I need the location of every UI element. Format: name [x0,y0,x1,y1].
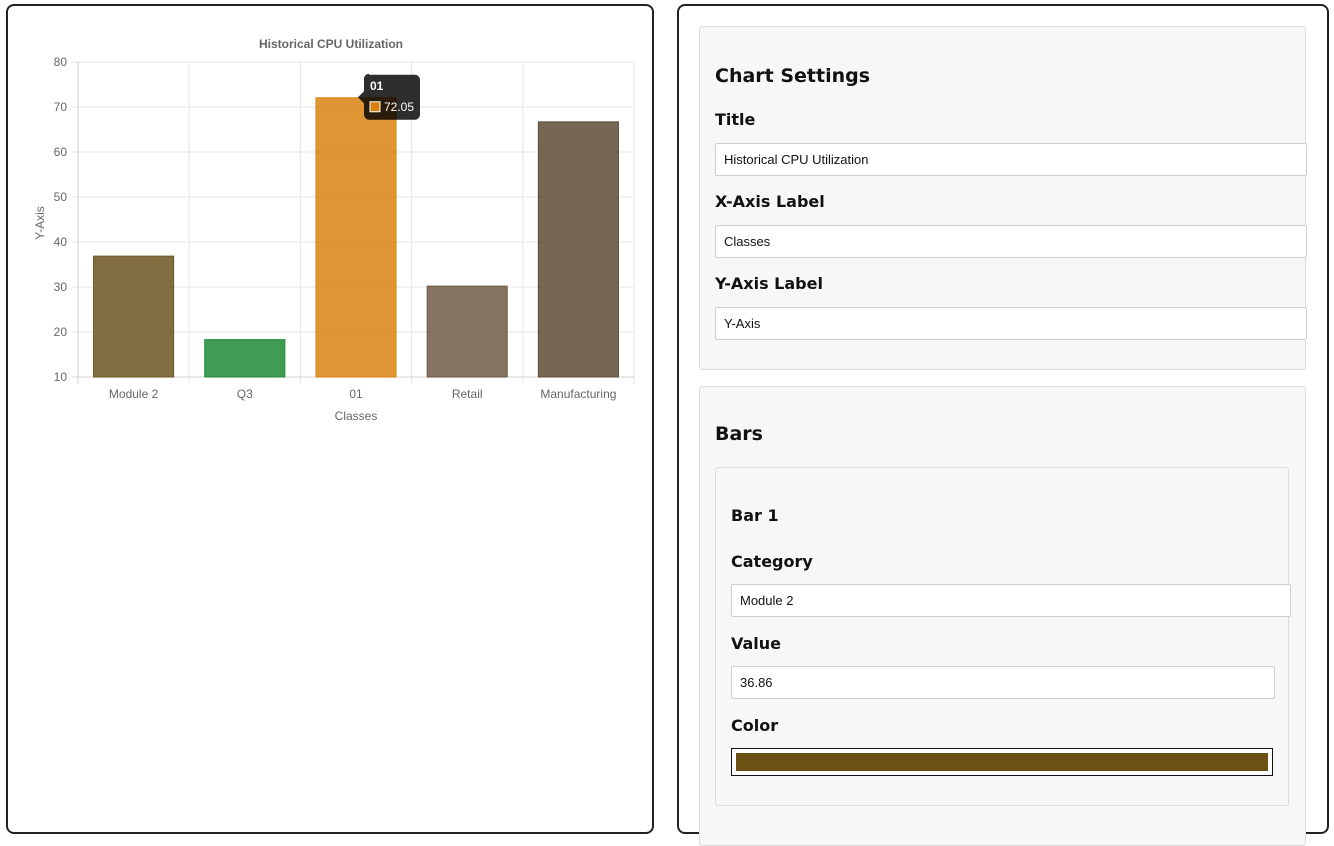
bars-heading: Bars [715,423,763,445]
chart-tooltip: 01 72.05 [358,73,420,120]
y-tick-label: 70 [54,100,68,114]
title-input[interactable] [715,143,1307,176]
x-tick-label: Q3 [237,387,253,401]
y-axis-label-input[interactable] [715,307,1307,340]
value-field-label: Value [731,634,782,653]
tooltip-title: 01 [370,79,384,93]
title-field-label: Title [715,110,756,129]
y-tick-label: 20 [54,325,68,339]
chart-settings-card: Chart Settings Title X-Axis Label Y-Axis… [699,26,1307,370]
y-tick-label: 30 [54,280,68,294]
x-tick-label: Retail [452,387,483,401]
x-tick-label: Module 2 [109,387,159,401]
x-axis-label-input[interactable] [715,225,1307,258]
chart-title: Historical CPU Utilization [259,37,403,51]
y-axis-field-label: Y-Axis Label [715,274,823,293]
x-tick-label: 01 [349,387,363,401]
bar-1-category-input[interactable] [731,584,1291,617]
chart-panel: Historical CPU Utilization 10 20 30 40 50 60 7… [6,4,654,834]
x-tick-label: Manufacturing [540,387,616,401]
bar-1-card: Bar 1 Category Value Color [715,467,1291,806]
y-tick-label: 40 [54,235,68,249]
y-tick-label: 60 [54,145,68,159]
color-field-label: Color [731,716,779,735]
y-axis-label: Y-Axis [33,206,47,240]
category-field-label: Category [731,552,813,571]
y-tick-label: 10 [54,370,68,384]
bar-1-value-input[interactable] [731,666,1275,699]
bar-1-color-picker[interactable] [731,748,1273,776]
x-axis-label: Classes [335,409,378,423]
bars-card: Bars Bar 1 Category Value Color [699,386,1306,846]
bar [426,285,508,378]
bar [204,339,286,378]
color-swatch [736,753,1268,771]
bar [537,121,619,378]
y-tick-label: 50 [54,190,68,204]
bar-1-heading: Bar 1 [731,506,779,525]
bar [93,255,175,378]
bar [315,97,397,378]
y-tick-label: 80 [54,55,68,69]
settings-panel: Chart Settings Title X-Axis Label Y-Axis… [677,4,1329,846]
tooltip-color-swatch [369,101,381,113]
chart-settings-heading: Chart Settings [715,65,871,87]
x-axis-field-label: X-Axis Label [715,192,825,211]
tooltip-value: 72.05 [384,100,414,114]
bar-chart: Historical CPU Utilization 10 20 30 40 50 60 7… [33,37,635,423]
